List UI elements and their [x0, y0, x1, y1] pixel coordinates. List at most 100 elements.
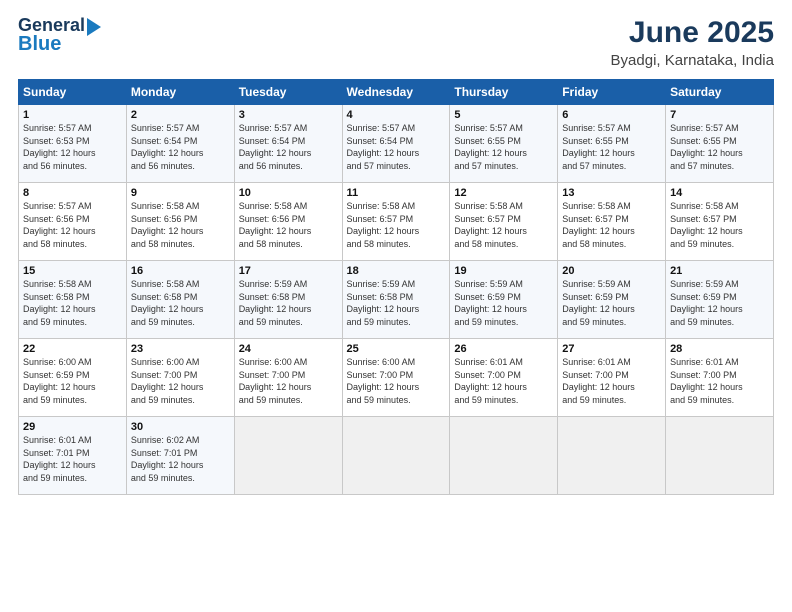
day-info: Sunrise: 5:57 AM Sunset: 6:54 PM Dayligh… [347, 122, 446, 172]
weekday-header: Wednesday [342, 80, 450, 105]
logo: General Blue [18, 16, 101, 55]
day-number: 2 [131, 109, 230, 121]
weekday-header: Tuesday [234, 80, 342, 105]
calendar-cell: 25Sunrise: 6:00 AM Sunset: 7:00 PM Dayli… [342, 339, 450, 417]
day-info: Sunrise: 5:58 AM Sunset: 6:57 PM Dayligh… [562, 200, 661, 250]
calendar-cell [234, 417, 342, 495]
calendar-cell: 28Sunrise: 6:01 AM Sunset: 7:00 PM Dayli… [666, 339, 774, 417]
day-number: 21 [670, 265, 769, 277]
weekday-header: Sunday [19, 80, 127, 105]
weekday-header: Saturday [666, 80, 774, 105]
calendar-cell: 4Sunrise: 5:57 AM Sunset: 6:54 PM Daylig… [342, 105, 450, 183]
calendar-title: June 2025 [611, 16, 774, 50]
calendar-cell: 19Sunrise: 5:59 AM Sunset: 6:59 PM Dayli… [450, 261, 558, 339]
day-info: Sunrise: 6:02 AM Sunset: 7:01 PM Dayligh… [131, 434, 230, 484]
day-number: 24 [239, 343, 338, 355]
day-number: 10 [239, 187, 338, 199]
calendar-cell: 1Sunrise: 5:57 AM Sunset: 6:53 PM Daylig… [19, 105, 127, 183]
calendar-cell: 24Sunrise: 6:00 AM Sunset: 7:00 PM Dayli… [234, 339, 342, 417]
day-info: Sunrise: 6:00 AM Sunset: 7:00 PM Dayligh… [239, 356, 338, 406]
weekday-header: Monday [126, 80, 234, 105]
day-info: Sunrise: 5:58 AM Sunset: 6:57 PM Dayligh… [454, 200, 553, 250]
calendar-table: SundayMondayTuesdayWednesdayThursdayFrid… [18, 79, 774, 495]
day-number: 22 [23, 343, 122, 355]
weekday-header: Thursday [450, 80, 558, 105]
day-info: Sunrise: 6:01 AM Sunset: 7:00 PM Dayligh… [454, 356, 553, 406]
day-info: Sunrise: 5:57 AM Sunset: 6:55 PM Dayligh… [454, 122, 553, 172]
calendar-subtitle: Byadgi, Karnataka, India [611, 52, 774, 69]
calendar-cell [342, 417, 450, 495]
title-block: June 2025 Byadgi, Karnataka, India [611, 16, 774, 69]
day-number: 28 [670, 343, 769, 355]
calendar-cell: 7Sunrise: 5:57 AM Sunset: 6:55 PM Daylig… [666, 105, 774, 183]
logo-blue: Blue [18, 33, 61, 55]
day-number: 18 [347, 265, 446, 277]
day-number: 1 [23, 109, 122, 121]
day-info: Sunrise: 5:58 AM Sunset: 6:56 PM Dayligh… [131, 200, 230, 250]
calendar-cell: 17Sunrise: 5:59 AM Sunset: 6:58 PM Dayli… [234, 261, 342, 339]
day-info: Sunrise: 6:00 AM Sunset: 7:00 PM Dayligh… [131, 356, 230, 406]
calendar-cell: 13Sunrise: 5:58 AM Sunset: 6:57 PM Dayli… [558, 183, 666, 261]
day-number: 12 [454, 187, 553, 199]
day-number: 16 [131, 265, 230, 277]
day-info: Sunrise: 5:57 AM Sunset: 6:53 PM Dayligh… [23, 122, 122, 172]
day-number: 3 [239, 109, 338, 121]
day-number: 25 [347, 343, 446, 355]
day-info: Sunrise: 5:57 AM Sunset: 6:55 PM Dayligh… [670, 122, 769, 172]
logo-arrow-icon [87, 18, 101, 36]
calendar-cell: 23Sunrise: 6:00 AM Sunset: 7:00 PM Dayli… [126, 339, 234, 417]
calendar-cell: 8Sunrise: 5:57 AM Sunset: 6:56 PM Daylig… [19, 183, 127, 261]
day-info: Sunrise: 5:58 AM Sunset: 6:57 PM Dayligh… [670, 200, 769, 250]
day-info: Sunrise: 6:01 AM Sunset: 7:01 PM Dayligh… [23, 434, 122, 484]
day-info: Sunrise: 5:57 AM Sunset: 6:56 PM Dayligh… [23, 200, 122, 250]
header: General Blue June 2025 Byadgi, Karnataka… [18, 16, 774, 69]
day-info: Sunrise: 6:00 AM Sunset: 6:59 PM Dayligh… [23, 356, 122, 406]
day-info: Sunrise: 5:58 AM Sunset: 6:58 PM Dayligh… [23, 278, 122, 328]
day-info: Sunrise: 5:59 AM Sunset: 6:59 PM Dayligh… [562, 278, 661, 328]
day-info: Sunrise: 5:58 AM Sunset: 6:56 PM Dayligh… [239, 200, 338, 250]
calendar-cell: 26Sunrise: 6:01 AM Sunset: 7:00 PM Dayli… [450, 339, 558, 417]
calendar-cell: 11Sunrise: 5:58 AM Sunset: 6:57 PM Dayli… [342, 183, 450, 261]
day-number: 6 [562, 109, 661, 121]
day-number: 9 [131, 187, 230, 199]
day-number: 13 [562, 187, 661, 199]
calendar-cell: 20Sunrise: 5:59 AM Sunset: 6:59 PM Dayli… [558, 261, 666, 339]
calendar-cell: 22Sunrise: 6:00 AM Sunset: 6:59 PM Dayli… [19, 339, 127, 417]
day-number: 15 [23, 265, 122, 277]
day-number: 17 [239, 265, 338, 277]
calendar-cell [666, 417, 774, 495]
day-info: Sunrise: 5:57 AM Sunset: 6:54 PM Dayligh… [131, 122, 230, 172]
calendar-cell: 27Sunrise: 6:01 AM Sunset: 7:00 PM Dayli… [558, 339, 666, 417]
day-number: 14 [670, 187, 769, 199]
day-info: Sunrise: 5:58 AM Sunset: 6:57 PM Dayligh… [347, 200, 446, 250]
day-number: 27 [562, 343, 661, 355]
calendar-cell: 2Sunrise: 5:57 AM Sunset: 6:54 PM Daylig… [126, 105, 234, 183]
day-info: Sunrise: 6:01 AM Sunset: 7:00 PM Dayligh… [562, 356, 661, 406]
calendar-cell: 6Sunrise: 5:57 AM Sunset: 6:55 PM Daylig… [558, 105, 666, 183]
day-number: 23 [131, 343, 230, 355]
calendar-cell: 14Sunrise: 5:58 AM Sunset: 6:57 PM Dayli… [666, 183, 774, 261]
day-info: Sunrise: 5:59 AM Sunset: 6:59 PM Dayligh… [454, 278, 553, 328]
weekday-header: Friday [558, 80, 666, 105]
calendar-cell [450, 417, 558, 495]
day-info: Sunrise: 5:59 AM Sunset: 6:58 PM Dayligh… [347, 278, 446, 328]
day-info: Sunrise: 6:00 AM Sunset: 7:00 PM Dayligh… [347, 356, 446, 406]
day-info: Sunrise: 5:59 AM Sunset: 6:59 PM Dayligh… [670, 278, 769, 328]
calendar-cell: 16Sunrise: 5:58 AM Sunset: 6:58 PM Dayli… [126, 261, 234, 339]
day-number: 7 [670, 109, 769, 121]
calendar-cell: 29Sunrise: 6:01 AM Sunset: 7:01 PM Dayli… [19, 417, 127, 495]
day-info: Sunrise: 5:57 AM Sunset: 6:55 PM Dayligh… [562, 122, 661, 172]
day-number: 5 [454, 109, 553, 121]
calendar-cell: 5Sunrise: 5:57 AM Sunset: 6:55 PM Daylig… [450, 105, 558, 183]
day-number: 4 [347, 109, 446, 121]
day-info: Sunrise: 6:01 AM Sunset: 7:00 PM Dayligh… [670, 356, 769, 406]
day-number: 26 [454, 343, 553, 355]
day-info: Sunrise: 5:59 AM Sunset: 6:58 PM Dayligh… [239, 278, 338, 328]
day-number: 30 [131, 421, 230, 433]
day-number: 20 [562, 265, 661, 277]
day-number: 19 [454, 265, 553, 277]
calendar-cell: 12Sunrise: 5:58 AM Sunset: 6:57 PM Dayli… [450, 183, 558, 261]
calendar-cell: 30Sunrise: 6:02 AM Sunset: 7:01 PM Dayli… [126, 417, 234, 495]
day-number: 8 [23, 187, 122, 199]
calendar-cell: 10Sunrise: 5:58 AM Sunset: 6:56 PM Dayli… [234, 183, 342, 261]
